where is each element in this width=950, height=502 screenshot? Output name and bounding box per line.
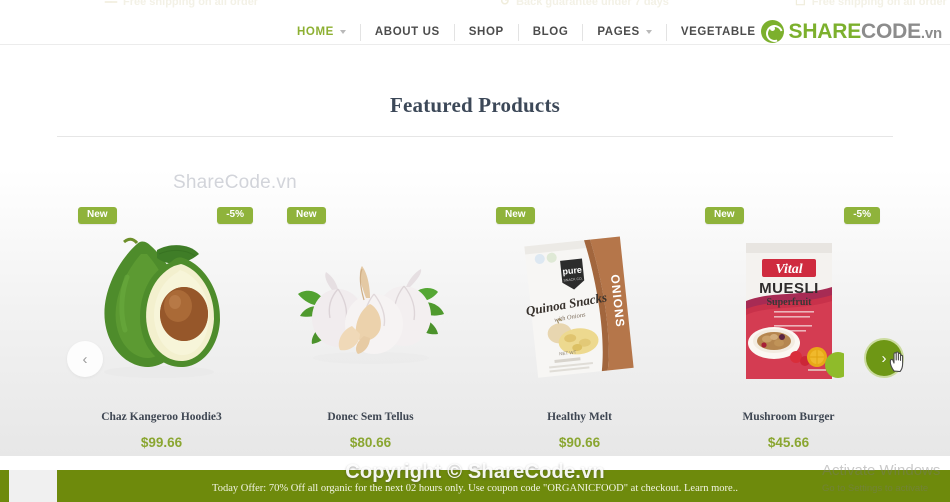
box-icon: ☐	[795, 0, 806, 8]
badge-discount: -5%	[844, 207, 880, 224]
featured-products-section: Featured Products ShareCode.vn New -5% C…	[0, 46, 950, 456]
page-title: Featured Products	[389, 93, 561, 117]
offer-banner-text: Today Offer: 70% Off all organic for the…	[212, 483, 738, 494]
nav-item-label: BLOG	[532, 25, 569, 38]
carousel-next-button[interactable]: ›	[866, 340, 902, 376]
product-price: $90.66	[558, 435, 601, 450]
logo-text-vn: .vn	[920, 24, 942, 42]
logo-text-code: CODE	[861, 19, 921, 43]
svg-text:pure: pure	[561, 265, 581, 277]
promo-strip: ⎯⎯ Free shipping on all order ↺ Back guara…	[0, 0, 950, 8]
svg-text:MUESLI: MUESLI	[759, 280, 819, 297]
nav-item-pages[interactable]: PAGES	[583, 23, 667, 41]
divider	[57, 136, 893, 137]
product-price: $99.66	[140, 435, 183, 450]
promo-item-shipping: ⎯⎯ Free shipping on all order	[105, 0, 258, 8]
nav-item-label: SHOP	[468, 25, 504, 38]
promo-item-guarantee: ↺ Back guarantee under 7 days	[500, 0, 669, 8]
product-name: Healthy Melt	[547, 411, 612, 423]
refresh-icon: ↺	[500, 0, 511, 8]
product-carousel: New -5% Chaz Kangeroo Hoodie3 $99.66 New…	[57, 153, 893, 450]
quinoa-snacks-package-image[interactable]: ONIONS pure SNACK CO. Quinoa Snacks with…	[475, 227, 684, 387]
nav-item-vegetable[interactable]: VEGETABLE	[667, 24, 770, 41]
badge-new: New	[705, 207, 744, 224]
truck-icon: ⎯⎯	[105, 0, 118, 8]
garlic-image[interactable]	[266, 227, 475, 387]
svg-text:Vital: Vital	[775, 262, 802, 277]
product-price: $80.66	[349, 435, 392, 450]
product-name: Mushroom Burger	[742, 411, 835, 423]
nav-item-label: ABOUT US	[374, 25, 440, 38]
badge-new: New	[287, 207, 326, 224]
badge-new: New	[496, 207, 535, 224]
chevron-left-icon: ‹	[82, 350, 88, 368]
nav-item-about-us[interactable]: ABOUT US	[361, 23, 455, 41]
svg-text:Superfruit: Superfruit	[766, 297, 812, 308]
product-card[interactable]: New ONIONS pure SNACK CO. Quinoa Snacks …	[475, 153, 684, 450]
product-card[interactable]: New Donec Sem Tellus $80.66	[266, 153, 475, 450]
logo-text-share: SHARE	[788, 19, 862, 43]
offer-bar-edge	[0, 470, 9, 502]
badge-discount: -5%	[217, 207, 253, 224]
site-header: HOME ABOUT US SHOP BLOG PAGES VEGETABLE …	[0, 8, 950, 45]
offer-bar-side-gap	[0, 470, 57, 502]
offer-banner[interactable]: Today Offer: 70% Off all organic for the…	[57, 470, 950, 502]
chevron-right-icon: ›	[881, 349, 887, 367]
nav-item-label: HOME	[297, 25, 334, 38]
badge-new: New	[78, 207, 117, 224]
promo-item-shipping-2: ☐ Free shipping on all order	[795, 0, 947, 8]
nav-item-blog[interactable]: BLOG	[519, 23, 584, 41]
chevron-down-icon	[339, 30, 346, 34]
nav-item-label: PAGES	[597, 25, 640, 38]
nav-item-label: VEGETABLE	[680, 25, 756, 38]
page-root: ⎯⎯ Free shipping on all order ↺ Back guara…	[0, 0, 950, 502]
product-name: Chaz Kangeroo Hoodie3	[101, 411, 222, 423]
product-name: Donec Sem Tellus	[327, 411, 414, 423]
site-logo[interactable]: SHARECODE.vn	[760, 17, 943, 45]
nav-item-shop[interactable]: SHOP	[455, 23, 519, 41]
nav-item-home[interactable]: HOME	[283, 23, 361, 41]
logo-wordmark: SHARECODE.vn	[788, 19, 943, 43]
product-card[interactable]: New -5% Chaz Kangeroo Hoodie3 $99.66	[57, 153, 266, 450]
vital-muesli-package-image[interactable]: Vital MUESLI Superfruit	[684, 227, 893, 387]
carousel-prev-button[interactable]: ‹	[67, 341, 103, 377]
chevron-down-icon	[645, 30, 652, 34]
product-card[interactable]: New -5% Vital MUESLI Superfruit Mushroom…	[684, 153, 893, 450]
product-price: $45.66	[767, 435, 810, 450]
main-navigation: HOME ABOUT US SHOP BLOG PAGES VEGETABLE	[283, 22, 770, 42]
recycle-leaf-icon	[760, 19, 784, 43]
